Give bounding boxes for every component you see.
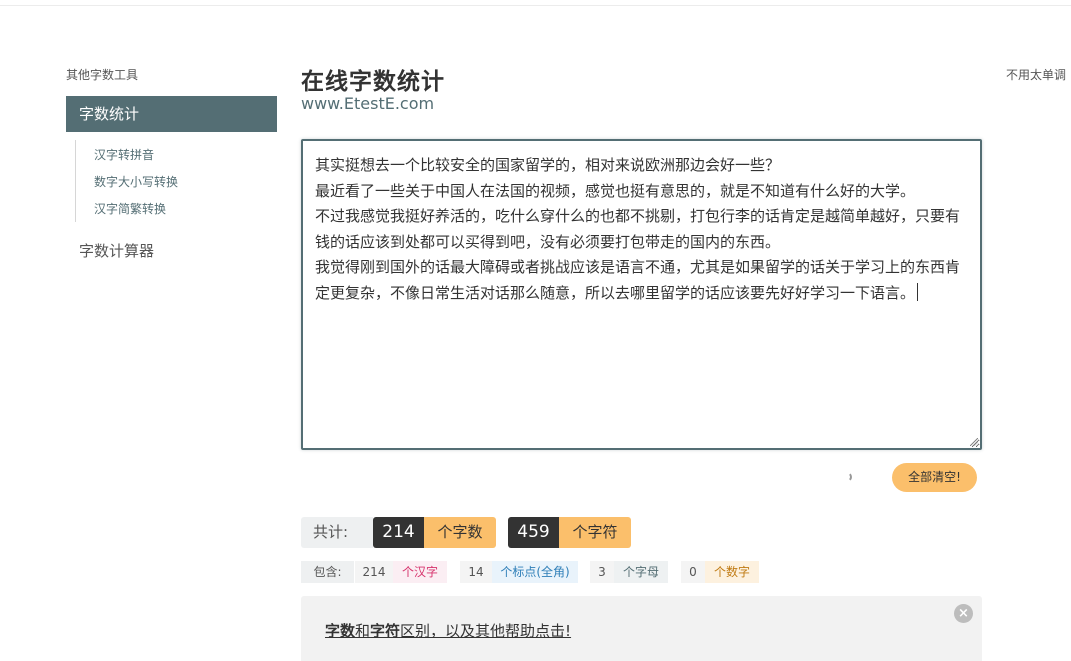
help-term-chars: 字符	[370, 622, 401, 640]
letter-count: 3	[590, 561, 614, 583]
loading-spinner-icon	[842, 472, 852, 482]
help-panel: 字数和字符区别，以及其他帮助点击!	[301, 596, 982, 661]
close-icon[interactable]: ×	[954, 604, 973, 623]
digit-count: 0	[681, 561, 705, 583]
help-link[interactable]: 字数和字符区别，以及其他帮助点击!	[325, 620, 571, 641]
sidebar-item-word-count[interactable]: 字数统计	[66, 96, 277, 132]
sidebar-heading: 其他字数工具	[66, 68, 139, 82]
breakdown-label: 包含:	[301, 561, 354, 583]
letter-unit: 个字母	[614, 561, 668, 583]
clear-all-button[interactable]: 全部清空!	[892, 463, 977, 492]
sidebar-subnav: 汉字转拼音 数字大小写转换 汉字简繁转换	[75, 140, 256, 222]
top-divider	[0, 5, 1071, 6]
punctuation-count: 14	[460, 561, 492, 583]
char-count-unit: 个字符	[559, 517, 631, 548]
punctuation-unit: 个标点(全角)	[492, 561, 578, 583]
sidebar-item-simplified-traditional[interactable]: 汉字简繁转换	[94, 200, 166, 217]
text-input-area[interactable]: 其实挺想去一个比较安全的国家留学的，相对来说欧洲那边会好一些？ 最近看了一些关于…	[301, 139, 982, 450]
help-rest: 区别，以及其他帮助点击!	[400, 622, 572, 640]
page-title: 在线字数统计	[301, 69, 445, 95]
digit-unit: 个数字	[705, 561, 759, 583]
page: 其他字数工具 字数统计 汉字转拼音 数字大小写转换 汉字简繁转换 字数计算器 在…	[0, 0, 1071, 661]
word-count-unit: 个字数	[424, 517, 496, 548]
resize-handle-icon[interactable]	[970, 438, 978, 446]
right-side-link[interactable]: 不用太单调	[1006, 66, 1066, 83]
char-count-value: 459	[508, 517, 559, 548]
sidebar-item-pinyin[interactable]: 汉字转拼音	[94, 146, 154, 163]
sidebar-item-calculator[interactable]: 字数计算器	[79, 240, 154, 261]
sidebar-item-number-case[interactable]: 数字大小写转换	[94, 173, 178, 190]
editor-text: 其实挺想去一个比较安全的国家留学的，相对来说欧洲那边会好一些？ 最近看了一些关于…	[315, 156, 961, 302]
help-conjunction: 和	[355, 622, 371, 640]
hanzi-count: 214	[355, 561, 393, 583]
totals-label: 共计:	[301, 517, 373, 548]
text-caret	[917, 282, 919, 301]
hanzi-unit: 个汉字	[393, 561, 447, 583]
help-term-words: 字数	[325, 622, 356, 640]
word-count-value: 214	[373, 517, 424, 548]
page-subtitle: www.EtestE.com	[301, 94, 435, 113]
